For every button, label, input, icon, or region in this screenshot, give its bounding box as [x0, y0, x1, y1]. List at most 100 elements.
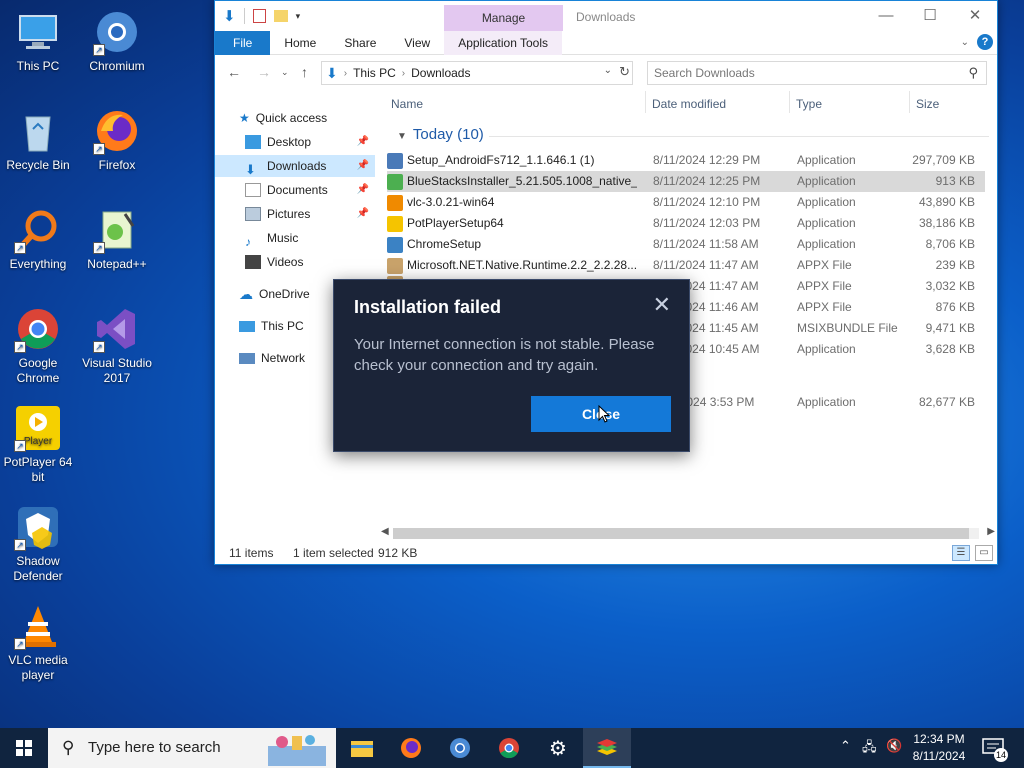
desktop-icon-vlc[interactable]: ↗ VLC media player — [0, 602, 76, 683]
table-row[interactable]: Microsoft.NET.Native.Runtime.2.2_2.2.28.… — [387, 255, 985, 276]
table-row[interactable]: Setup_AndroidFs712_1.1.646.1 (1) 8/11/202… — [387, 150, 985, 171]
taskbar-settings[interactable]: ⚙ — [534, 728, 582, 768]
firefox-icon — [401, 738, 421, 758]
nav-pictures[interactable]: Pictures 📌 — [245, 203, 375, 225]
desktop-icon-everything[interactable]: ↗ Everything — [0, 206, 76, 272]
group-label: Today (10) — [412, 126, 484, 143]
tab-file[interactable]: File — [215, 30, 271, 55]
taskbar-file-explorer[interactable] — [338, 728, 386, 768]
windows-logo-icon — [16, 740, 32, 756]
file-type: MSIXBUNDLE File — [797, 321, 898, 335]
table-row[interactable]: vlc-3.0.21-win64 8/11/2024 12:10 PM Applic… — [387, 192, 985, 213]
desktop-icon-shadow-defender[interactable]: ↗ Shadow Defender — [0, 503, 76, 584]
column-header-type[interactable]: Type — [796, 97, 822, 111]
file-date: 8/11/2024 11:58 AM — [653, 237, 759, 251]
close-window-button[interactable]: ✕ — [952, 5, 998, 29]
column-header-date[interactable]: Date modified — [652, 97, 726, 111]
maximize-button[interactable]: ☐ — [907, 5, 953, 29]
action-center-button[interactable]: 14 — [982, 738, 1008, 762]
manage-tab[interactable]: Manage — [444, 5, 563, 31]
tab-view[interactable]: View — [390, 31, 444, 55]
desktop-icon-visual-studio[interactable]: ↗ Visual Studio 2017 — [79, 305, 155, 386]
nav-documents[interactable]: Documents 📌 — [245, 179, 375, 201]
file-name: ChromeSetup — [407, 237, 482, 251]
nav-quick-access[interactable]: ★ Quick access — [239, 107, 375, 129]
desktop-folder-icon — [245, 135, 261, 149]
up-arrow-icon[interactable]: ↑ — [301, 64, 308, 80]
details-view-icon[interactable]: ☰ — [952, 545, 970, 561]
expand-ribbon-icon[interactable]: ⌄ — [961, 37, 969, 48]
file-type: Application — [797, 237, 856, 251]
minimize-button[interactable]: — — [863, 5, 909, 29]
taskbar-chrome[interactable] — [485, 728, 533, 768]
column-header-name[interactable]: Name — [391, 97, 423, 111]
volume-muted-icon[interactable]: 🔇 — [886, 738, 902, 754]
desktop-icon-chromium[interactable]: ↗ Chromium — [79, 8, 155, 74]
music-icon: ♪ — [245, 235, 251, 249]
address-bar-row: ← → ⌄ ↑ ⬇ › This PC › Downloads ⌄ ↻ Sear… — [215, 55, 997, 91]
search-input[interactable]: Search Downloads ⚲ — [647, 61, 987, 85]
taskbar-search-input[interactable]: ⚲ Type here to search — [48, 728, 336, 768]
dialog-message: Your Internet connection is not stable. … — [354, 336, 655, 374]
desktop-icon-firefox[interactable]: ↗ Firefox — [79, 107, 155, 173]
column-header-size[interactable]: Size — [916, 97, 939, 111]
taskbar-chromium[interactable] — [436, 728, 484, 768]
start-button[interactable] — [0, 728, 48, 768]
group-header-today[interactable]: ▼ Today (10) — [397, 126, 484, 143]
file-date: 8/11/2024 12:29 PM — [653, 153, 761, 167]
videos-icon — [245, 255, 261, 269]
properties-icon[interactable] — [252, 9, 266, 23]
taskbar-clock[interactable]: 12:34 PM 8/11/2024 — [904, 731, 974, 765]
close-icon[interactable]: ✕ — [653, 292, 671, 318]
down-arrow-icon[interactable]: ⬇ — [223, 7, 236, 25]
gear-icon: ⚙ — [549, 737, 567, 760]
breadcrumb-downloads[interactable]: Downloads — [411, 66, 470, 80]
file-date: 8/11/2024 12:03 PM — [653, 216, 761, 230]
forward-arrow-icon[interactable]: → — [257, 64, 271, 80]
computer-icon — [239, 320, 255, 332]
taskbar-firefox[interactable] — [387, 728, 435, 768]
application-file-icon — [387, 257, 403, 274]
help-icon[interactable]: ? — [977, 34, 993, 50]
scroll-right-icon[interactable]: ▶ — [987, 526, 995, 537]
back-arrow-icon[interactable]: ← — [227, 64, 241, 80]
potplayer-icon: Player ↗ — [14, 404, 62, 452]
address-bar[interactable]: ⬇ › This PC › Downloads ⌄ ↻ — [321, 61, 633, 85]
table-row[interactable]: BlueStacksInstaller_5.21.505.1008_native… — [387, 171, 985, 192]
nav-downloads[interactable]: ⬇ Downloads 📌 — [215, 155, 375, 177]
horizontal-scrollbar[interactable]: ◀ ▶ — [379, 525, 997, 542]
desktop-icon-this-pc[interactable]: This PC — [0, 8, 76, 74]
desktop-icon-recycle-bin[interactable]: Recycle Bin — [0, 107, 76, 173]
desktop-icon-potplayer[interactable]: Player ↗ PotPlayer 64 bit — [0, 404, 76, 485]
taskbar-bluestacks[interactable] — [583, 728, 631, 768]
file-type: Application — [797, 195, 856, 209]
recent-locations-icon[interactable]: ⌄ — [281, 67, 289, 78]
refresh-icon[interactable]: ↻ — [619, 64, 630, 80]
nav-desktop[interactable]: Desktop 📌 — [245, 131, 375, 153]
desktop-icon-notepad-plus-plus[interactable]: ↗ Notepad++ — [79, 206, 155, 272]
nav-videos[interactable]: Videos — [245, 251, 375, 273]
tab-share[interactable]: Share — [330, 31, 390, 55]
table-row[interactable]: PotPlayerSetup64 8/11/2024 12:03 PM Applic… — [387, 213, 985, 234]
file-name-cell: PotPlayerSetup64 — [387, 213, 637, 234]
nav-music[interactable]: ♪ Music — [245, 227, 375, 249]
tab-application-tools[interactable]: Application Tools — [444, 30, 563, 55]
file-date: 8/11/2024 12:25 PM — [653, 174, 761, 188]
status-item-count: 11 items — [229, 546, 274, 560]
file-type: Application — [797, 153, 856, 167]
show-hidden-icons-icon[interactable]: ⌃ — [840, 738, 851, 754]
address-dropdown-icon[interactable]: ⌄ — [604, 65, 612, 76]
network-icon — [239, 352, 255, 364]
scrollbar-thumb[interactable] — [393, 528, 969, 539]
table-row[interactable]: ChromeSetup 8/11/2024 11:58 AM Application… — [387, 234, 985, 255]
tab-home[interactable]: Home — [270, 31, 330, 55]
network-icon[interactable]: 🖧 — [862, 738, 877, 760]
customize-toolbar-icon[interactable]: ▾ — [296, 11, 301, 22]
notepad-plus-plus-icon: ↗ — [93, 206, 141, 254]
desktop-icon-google-chrome[interactable]: ↗ Google Chrome — [0, 305, 76, 386]
new-folder-icon[interactable] — [273, 10, 288, 22]
file-name: Microsoft.NET.Native.Runtime.2.2_2.2.28.… — [407, 258, 637, 272]
breadcrumb-this-pc[interactable]: This PC — [353, 66, 396, 80]
large-icons-view-icon[interactable]: ▭ — [975, 545, 993, 561]
scroll-left-icon[interactable]: ◀ — [381, 526, 389, 537]
